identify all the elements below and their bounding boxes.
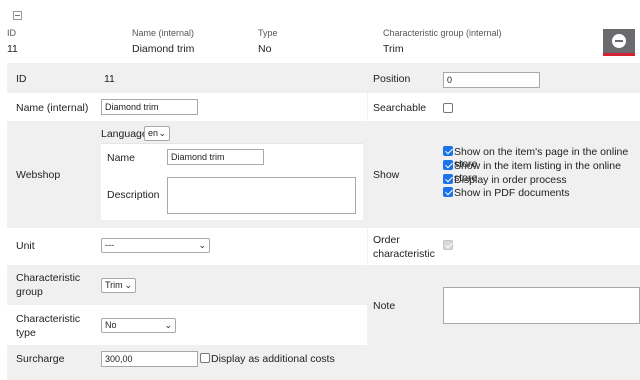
summary-value-group: Trim	[383, 43, 404, 55]
summary-value-type: No	[258, 43, 272, 55]
note-label: Note	[373, 300, 396, 312]
position-input[interactable]	[443, 72, 540, 88]
characteristic-group-label-1: Characteristic	[16, 272, 81, 284]
id-value: 11	[104, 73, 115, 85]
webshop-name-label: Name	[107, 152, 136, 164]
unit-select-value: ---	[105, 240, 114, 250]
webshop-description-textarea[interactable]	[167, 177, 356, 214]
characteristic-type-select[interactable]: No ⌄	[101, 318, 176, 333]
order-characteristic-label-1: Order	[373, 234, 400, 246]
summary-value-name: Diamond trim	[132, 43, 195, 55]
id-label: ID	[16, 73, 27, 85]
position-label: Position	[373, 73, 411, 85]
collapse-button[interactable]	[603, 29, 635, 56]
row-characteristic-type	[7, 305, 367, 345]
detail-form: ID 11 Position Name (internal) Searchabl…	[7, 63, 640, 380]
show-item-page-checkbox[interactable]	[443, 146, 453, 156]
summary-header-group: Characteristic group (internal)	[383, 28, 502, 38]
summary-header-type: Type	[258, 28, 278, 38]
chevron-down-icon: ⌄	[124, 280, 132, 290]
webshop-label: Webshop	[16, 169, 61, 181]
characteristic-group-label-2: group	[16, 286, 43, 298]
display-order-process-label: Display in order process	[454, 174, 567, 186]
collapse-toggle-icon[interactable]	[13, 11, 22, 20]
note-textarea[interactable]	[443, 287, 640, 324]
webshop-name-input[interactable]	[167, 149, 264, 165]
language-select[interactable]: en ⌄	[144, 126, 170, 141]
minus-circle-icon	[612, 34, 626, 48]
summary-header-id: ID	[7, 28, 16, 38]
webshop-translation-box: Name Description	[101, 143, 363, 220]
show-pdf-documents-label: Show in PDF documents	[454, 187, 570, 199]
show-label: Show	[373, 169, 400, 181]
chevron-down-icon: ⌄	[198, 240, 206, 250]
characteristic-group-select[interactable]: Trim ⌄	[101, 278, 136, 293]
characteristic-type-label-2: type	[16, 327, 36, 339]
row-surcharge-right	[368, 346, 640, 373]
name-internal-input[interactable]	[101, 99, 198, 115]
searchable-checkbox[interactable]	[443, 103, 453, 113]
webshop-description-label: Description	[107, 189, 160, 201]
summary-value-id: 11	[7, 43, 18, 55]
show-item-listing-checkbox[interactable]	[443, 160, 453, 170]
chevron-down-icon: ⌄	[158, 128, 166, 138]
language-label: Language	[101, 128, 148, 140]
unit-label: Unit	[16, 240, 35, 252]
characteristic-type-value: No	[105, 320, 117, 330]
characteristic-group-value: Trim	[105, 280, 123, 290]
surcharge-label: Surcharge	[16, 353, 65, 365]
language-select-value: en	[148, 128, 159, 138]
surcharge-input[interactable]	[101, 351, 198, 367]
searchable-label: Searchable	[373, 102, 427, 114]
display-order-process-checkbox[interactable]	[443, 174, 453, 184]
chevron-down-icon: ⌄	[164, 320, 172, 330]
name-internal-label: Name (internal)	[16, 102, 89, 114]
unit-select[interactable]: --- ⌄	[101, 238, 210, 253]
row-id	[7, 63, 367, 92]
summary-row[interactable]: ID Name (internal) Type Characteristic g…	[0, 26, 640, 62]
order-characteristic-checkbox[interactable]	[443, 240, 453, 250]
additional-costs-label: Display as additional costs	[211, 353, 335, 365]
show-pdf-documents-checkbox[interactable]	[443, 187, 453, 197]
additional-costs-checkbox[interactable]	[200, 353, 210, 363]
order-characteristic-label-2: characteristic	[373, 248, 435, 260]
characteristic-type-label-1: Characteristic	[16, 313, 81, 325]
summary-header-name: Name (internal)	[132, 28, 195, 38]
